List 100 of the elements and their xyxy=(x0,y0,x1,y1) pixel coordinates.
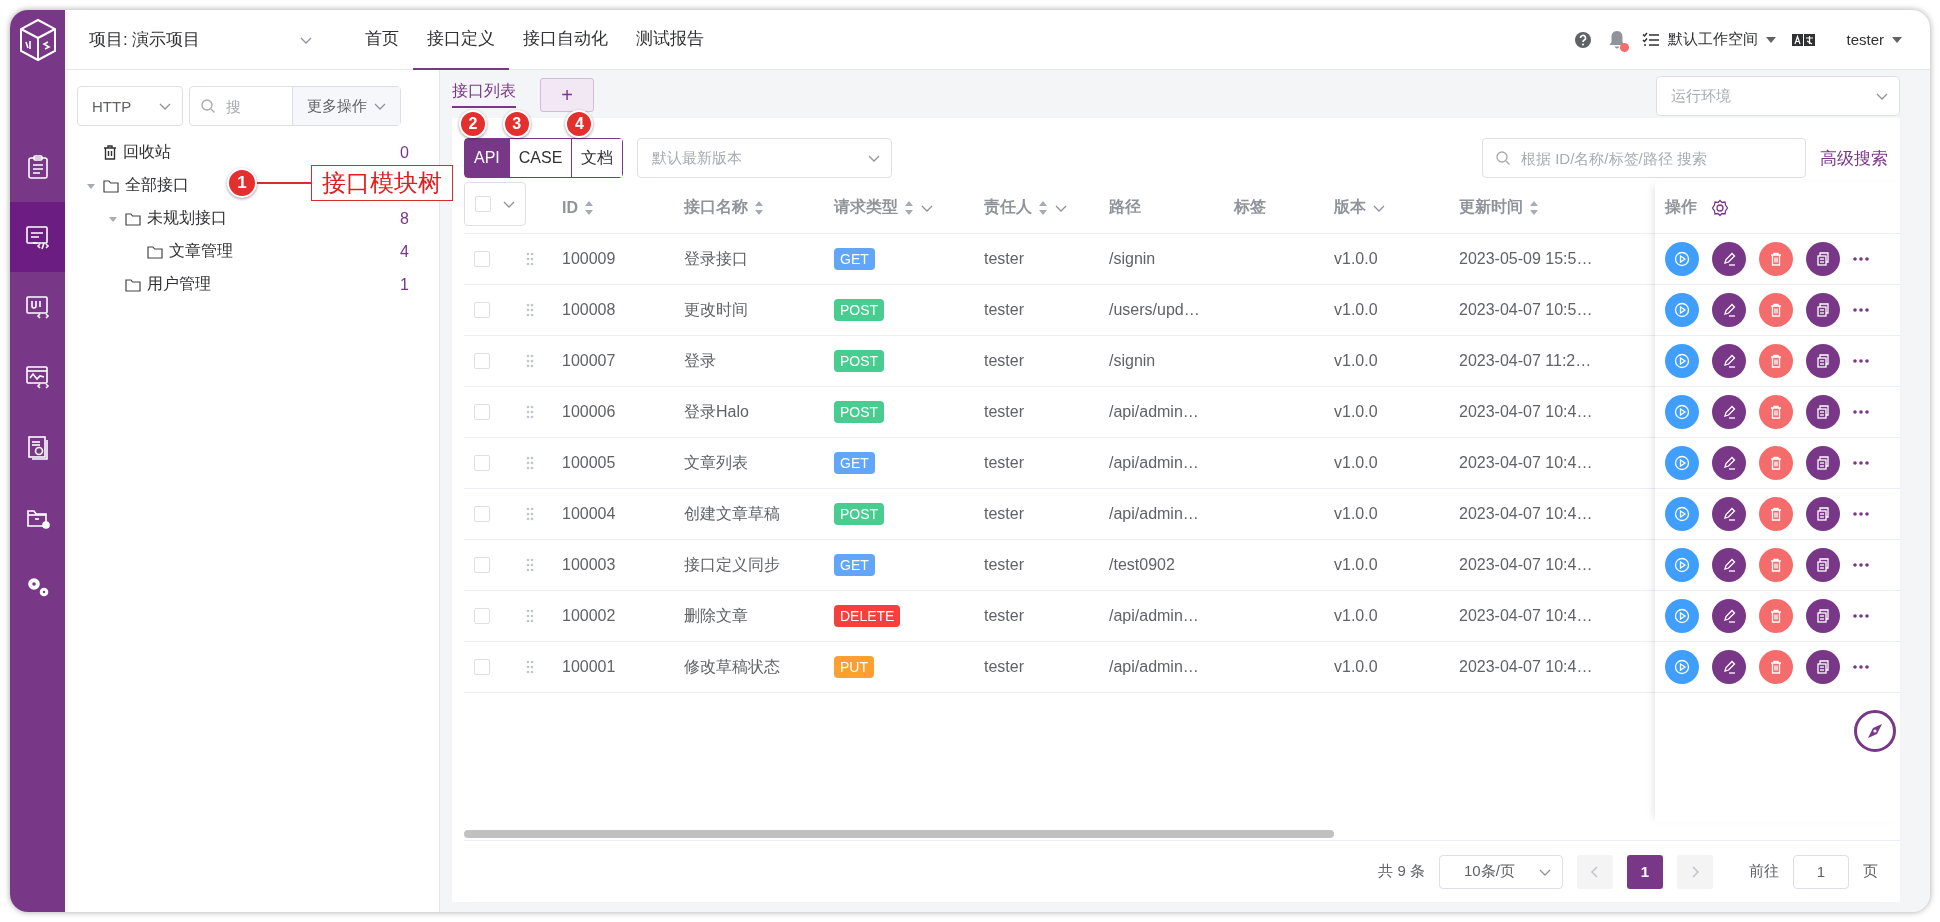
sort-icon[interactable] xyxy=(754,199,764,216)
drag-handle-icon[interactable] xyxy=(526,252,534,266)
more-button[interactable] xyxy=(1853,512,1869,516)
drag-handle-icon[interactable] xyxy=(526,354,534,368)
language-icon[interactable] xyxy=(1792,32,1817,47)
run-button[interactable] xyxy=(1665,395,1699,429)
checkbox[interactable] xyxy=(474,608,490,624)
page-number[interactable]: 1 xyxy=(1627,854,1663,889)
copy-button[interactable] xyxy=(1806,497,1840,531)
drag-handle-icon[interactable] xyxy=(526,456,534,470)
tree-node-label[interactable]: 用户管理 xyxy=(147,274,211,295)
delete-button[interactable] xyxy=(1759,242,1793,276)
run-button[interactable] xyxy=(1665,293,1699,327)
notification-bell[interactable] xyxy=(1608,29,1627,50)
sort-icon[interactable] xyxy=(584,199,594,216)
sort-icon[interactable] xyxy=(1529,199,1539,216)
method-tag: GET xyxy=(834,554,875,576)
delete-button[interactable] xyxy=(1759,293,1793,327)
edit-button[interactable] xyxy=(1712,344,1746,378)
copy-button[interactable] xyxy=(1806,293,1840,327)
delete-button[interactable] xyxy=(1759,497,1793,531)
run-button[interactable] xyxy=(1665,497,1699,531)
copy-button[interactable] xyxy=(1806,599,1840,633)
tree-node-label[interactable]: 全部接口 xyxy=(125,175,189,196)
run-button[interactable] xyxy=(1665,548,1699,582)
drag-handle-icon[interactable] xyxy=(526,303,534,317)
edit-button[interactable] xyxy=(1712,242,1746,276)
more-button[interactable] xyxy=(1853,308,1869,312)
help-icon[interactable] xyxy=(1574,30,1593,49)
project-select[interactable]: 项目: 演示项目 xyxy=(89,19,321,60)
edit-button[interactable] xyxy=(1712,548,1746,582)
delete-button[interactable] xyxy=(1759,599,1793,633)
copy-button[interactable] xyxy=(1806,650,1840,684)
advanced-search-link[interactable]: 高级搜索 xyxy=(1820,146,1888,170)
play-icon xyxy=(1674,353,1690,369)
search-box[interactable]: 根据 ID/名称/标签/路径 搜索 xyxy=(1482,138,1806,178)
nav-tab[interactable]: 接口自动化 xyxy=(509,10,622,70)
run-button[interactable] xyxy=(1665,446,1699,480)
sort-icon[interactable] xyxy=(1038,199,1048,216)
run-button[interactable] xyxy=(1665,242,1699,276)
edit-button[interactable] xyxy=(1712,395,1746,429)
more-button[interactable] xyxy=(1853,614,1869,618)
checkbox[interactable] xyxy=(474,302,490,318)
copy-button[interactable] xyxy=(1806,446,1840,480)
view-mode-toggle[interactable]: 文档 xyxy=(571,139,623,177)
more-button[interactable] xyxy=(1853,410,1869,414)
settings-icon[interactable] xyxy=(1711,198,1729,217)
checkbox[interactable] xyxy=(474,455,490,471)
page-size-select[interactable]: 10条/页 xyxy=(1439,854,1563,889)
delete-button[interactable] xyxy=(1759,395,1793,429)
edit-button[interactable] xyxy=(1712,497,1746,531)
edit-button[interactable] xyxy=(1712,446,1746,480)
more-button[interactable] xyxy=(1853,257,1869,261)
drag-handle-icon[interactable] xyxy=(526,660,534,674)
run-button[interactable] xyxy=(1665,599,1699,633)
tree-node-label[interactable]: 文章管理 xyxy=(169,241,233,262)
edit-button[interactable] xyxy=(1712,599,1746,633)
trash-icon xyxy=(1768,353,1784,369)
copy-button[interactable] xyxy=(1806,344,1840,378)
more-button[interactable] xyxy=(1853,359,1869,363)
checkbox[interactable] xyxy=(474,195,491,212)
horizontal-scrollbar[interactable] xyxy=(464,830,1334,838)
goto-page-field[interactable]: 1 xyxy=(1793,854,1849,889)
tree-node-label[interactable]: 未规划接口 xyxy=(147,208,227,229)
more-button[interactable] xyxy=(1853,665,1869,669)
compass-button[interactable] xyxy=(1854,710,1896,752)
more-button[interactable] xyxy=(1853,563,1869,567)
nav-tab[interactable]: 测试报告 xyxy=(622,10,718,70)
drag-handle-icon[interactable] xyxy=(526,405,534,419)
delete-button[interactable] xyxy=(1759,446,1793,480)
drag-handle-icon[interactable] xyxy=(526,609,534,623)
copy-button[interactable] xyxy=(1806,395,1840,429)
drag-handle-icon[interactable] xyxy=(526,558,534,572)
sidebar-nav-item[interactable] xyxy=(10,202,65,272)
delete-button[interactable] xyxy=(1759,650,1793,684)
more-button[interactable] xyxy=(1853,461,1869,465)
checkbox[interactable] xyxy=(474,251,490,267)
add-tab-button[interactable]: + xyxy=(540,78,594,112)
delete-button[interactable] xyxy=(1759,548,1793,582)
checkbox[interactable] xyxy=(474,404,490,420)
run-button[interactable] xyxy=(1665,344,1699,378)
copy-button[interactable] xyxy=(1806,242,1840,276)
checkbox[interactable] xyxy=(474,506,490,522)
sort-icon[interactable] xyxy=(904,199,914,216)
user-menu[interactable]: tester xyxy=(1846,31,1902,48)
copy-button[interactable] xyxy=(1806,548,1840,582)
protocol-select[interactable]: HTTP xyxy=(77,86,183,126)
workspace-select[interactable]: 默认工作空间 xyxy=(1642,30,1777,49)
edit-button[interactable] xyxy=(1712,650,1746,684)
list-tab[interactable]: 接口列表 xyxy=(452,70,516,108)
nav-tab[interactable]: 首页 xyxy=(351,10,413,70)
delete-button[interactable] xyxy=(1759,344,1793,378)
view-mode-toggle[interactable]: API xyxy=(465,139,509,177)
drag-handle-icon[interactable] xyxy=(526,507,534,521)
checkbox[interactable] xyxy=(474,557,490,573)
recycle-bin-label[interactable]: 回收站 xyxy=(123,142,171,163)
checkbox[interactable] xyxy=(474,659,490,675)
checkbox[interactable] xyxy=(474,353,490,369)
edit-button[interactable] xyxy=(1712,293,1746,327)
run-button[interactable] xyxy=(1665,650,1699,684)
